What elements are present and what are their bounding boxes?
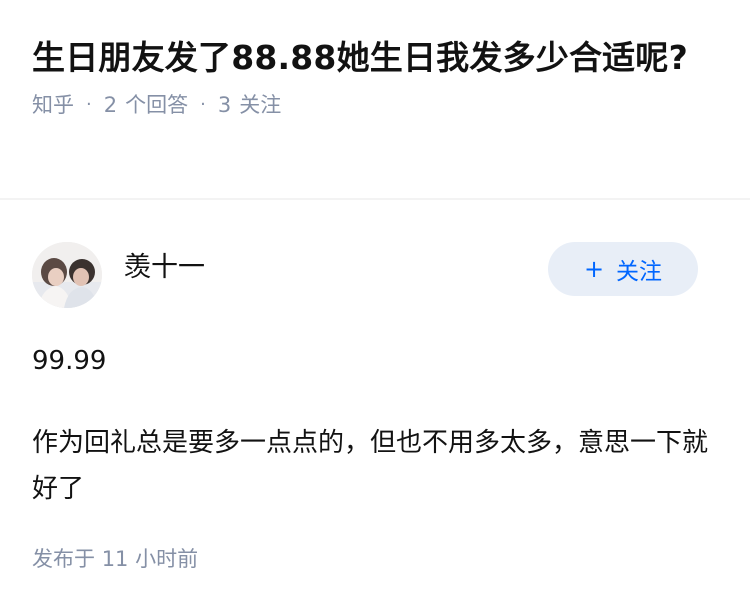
- question-meta: 知乎 · 2 个回答 · 3 关注: [32, 90, 722, 120]
- answer-count-label[interactable]: 个回答: [125, 90, 188, 120]
- time-prefix: 发布于: [32, 547, 95, 571]
- answer-body: 99.99 作为回礼总是要多一点点的，但也不用多太多，意思一下就好了: [32, 338, 718, 512]
- answer-card: 羡十一 + 关注 99.99 作为回礼总是要多一点点的，但也不用多太多，意思一下…: [32, 238, 718, 574]
- time-value: 11 小时前: [101, 547, 199, 571]
- follow-button[interactable]: + 关注: [548, 242, 698, 296]
- source-label[interactable]: 知乎: [32, 90, 74, 120]
- question-title[interactable]: 生日朋友发了88.88她生日我发多少合适呢?: [32, 32, 722, 84]
- answer-paragraph: 作为回礼总是要多一点点的，但也不用多太多，意思一下就好了: [32, 428, 709, 504]
- follow-button-label: 关注: [616, 259, 663, 285]
- author-row: 羡十一 + 关注: [32, 238, 718, 308]
- answer-count[interactable]: 2: [104, 90, 117, 120]
- answer-paragraph: 99.99: [32, 346, 107, 376]
- meta-separator: ·: [86, 94, 92, 115]
- avatar[interactable]: [32, 242, 102, 308]
- author-name[interactable]: 羡十一: [124, 250, 205, 286]
- section-divider: [0, 198, 750, 200]
- follow-count-label[interactable]: 关注: [239, 90, 281, 120]
- answer-timestamp: 发布于 11 小时前: [32, 544, 718, 574]
- avatar-image: [32, 242, 102, 308]
- follow-count[interactable]: 3: [218, 90, 231, 120]
- question-header: 生日朋友发了88.88她生日我发多少合适呢? 知乎 · 2 个回答 · 3 关注: [32, 32, 722, 120]
- plus-icon: +: [583, 255, 605, 283]
- meta-separator: ·: [200, 94, 206, 115]
